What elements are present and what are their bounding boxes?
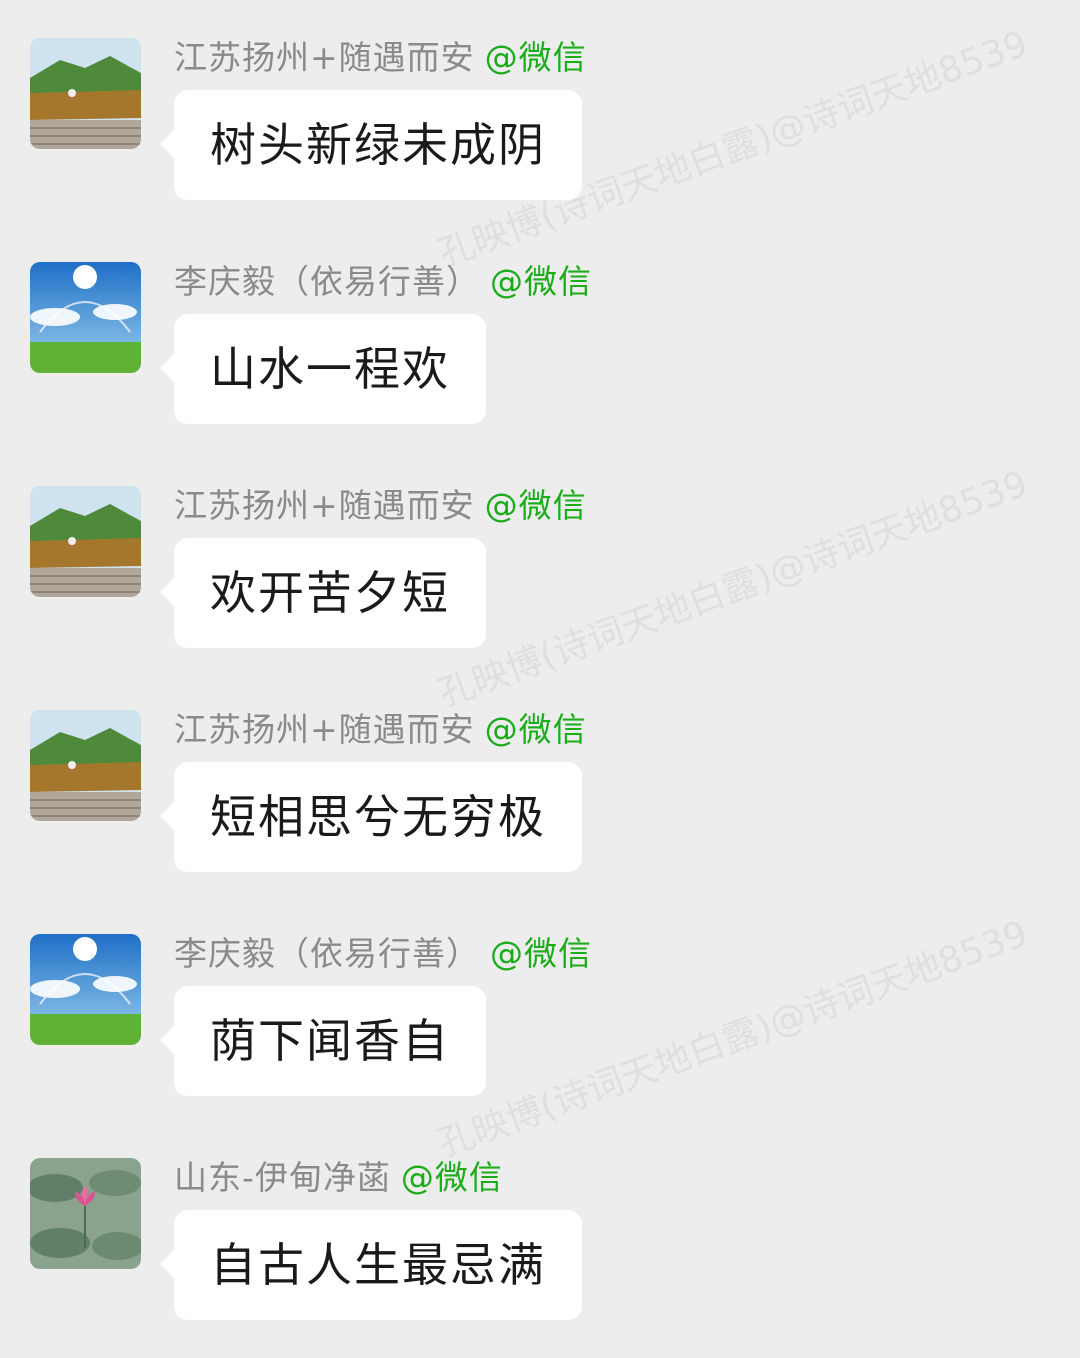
wechat-tag: @微信 [490, 934, 592, 973]
message-bubble[interactable]: 山水一程欢 [160, 314, 486, 424]
message-bubble[interactable]: 短相思兮无穷极 [160, 762, 582, 872]
sender-label: 山东-伊甸净菡 [174, 1158, 391, 1197]
chat-message: 李庆毅（依易行善） @微信 山水一程欢 [0, 262, 1080, 462]
sender-name: 江苏扬州+随遇而安 @微信 [174, 708, 587, 752]
chat-message: 江苏扬州+随遇而安 @微信 短相思兮无穷极 [0, 710, 1080, 910]
sender-label: 江苏扬州+随遇而安 [174, 486, 475, 525]
sender-name: 山东-伊甸净菡 @微信 [174, 1156, 503, 1200]
mountain-avatar-icon[interactable] [30, 486, 141, 597]
sky-avatar-icon[interactable] [30, 262, 141, 373]
sender-label: 李庆毅（依易行善） [174, 262, 480, 301]
wechat-tag: @微信 [484, 38, 587, 77]
chat-message: 山东-伊甸净菡 @微信 自古人生最忌满 [0, 1158, 1080, 1358]
mountain-avatar-icon[interactable] [30, 38, 141, 149]
sender-name: 李庆毅（依易行善） @微信 [174, 260, 592, 304]
message-bubble[interactable]: 自古人生最忌满 [160, 1210, 582, 1320]
mountain-avatar-icon[interactable] [30, 710, 141, 821]
sender-label: 江苏扬州+随遇而安 [174, 38, 475, 77]
sender-label: 江苏扬州+随遇而安 [174, 710, 475, 749]
sky-avatar-icon[interactable] [30, 934, 141, 1045]
wechat-tag: @微信 [490, 262, 592, 301]
message-bubble[interactable]: 树头新绿未成阴 [160, 90, 582, 200]
message-bubble[interactable]: 荫下闻香自 [160, 986, 486, 1096]
wechat-tag: @微信 [484, 710, 587, 749]
lotus-avatar-icon[interactable] [30, 1158, 141, 1269]
chat-message-list[interactable]: 孔映博(诗词天地白露)@诗词天地8539 孔映博(诗词天地白露)@诗词天地853… [0, 0, 1080, 1342]
chat-message: 江苏扬州+随遇而安 @微信 树头新绿未成阴 [0, 38, 1080, 238]
sender-name: 江苏扬州+随遇而安 @微信 [174, 484, 587, 528]
chat-message: 李庆毅（依易行善） @微信 荫下闻香自 [0, 934, 1080, 1134]
sender-label: 李庆毅（依易行善） [174, 934, 480, 973]
wechat-tag: @微信 [400, 1158, 503, 1197]
message-bubble[interactable]: 欢开苦夕短 [160, 538, 486, 648]
sender-name: 李庆毅（依易行善） @微信 [174, 932, 592, 976]
wechat-tag: @微信 [484, 486, 587, 525]
sender-name: 江苏扬州+随遇而安 @微信 [174, 36, 587, 80]
chat-message: 江苏扬州+随遇而安 @微信 欢开苦夕短 [0, 486, 1080, 686]
